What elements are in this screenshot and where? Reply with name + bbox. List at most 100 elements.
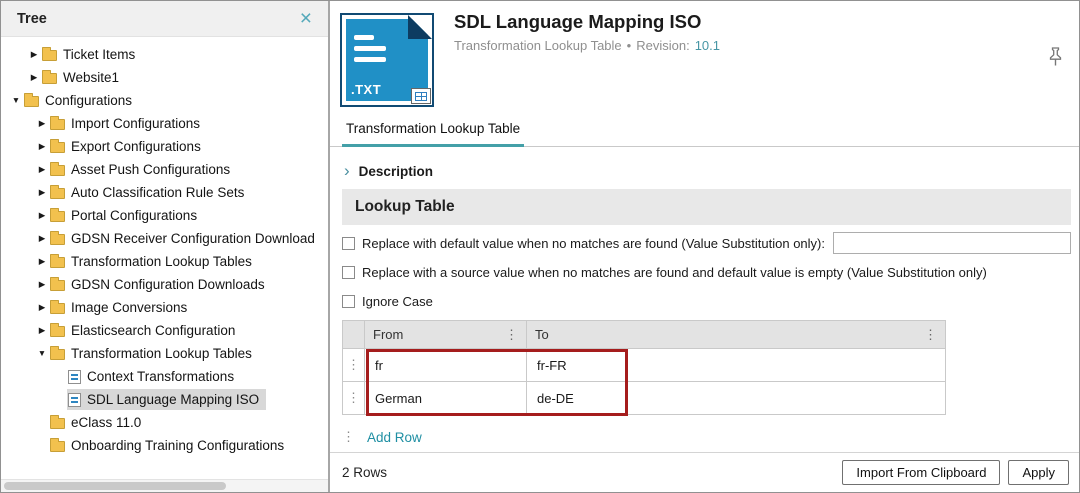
expand-arrow-icon[interactable] bbox=[35, 165, 49, 174]
default-value-input[interactable] bbox=[833, 232, 1071, 254]
expand-arrow-icon[interactable] bbox=[35, 142, 49, 151]
cell-from[interactable]: fr bbox=[365, 349, 527, 382]
expand-arrow-icon[interactable] bbox=[27, 73, 41, 82]
tree-item-export-configurations[interactable]: Export Configurations bbox=[1, 135, 328, 158]
expand-arrow-icon[interactable] bbox=[27, 50, 41, 59]
tree-item-auto-classification-rule-sets[interactable]: Auto Classification Rule Sets bbox=[1, 181, 328, 204]
tree-item-label: Asset Push Configurations bbox=[71, 162, 230, 177]
expand-arrow-icon[interactable] bbox=[35, 326, 49, 335]
pin-icon[interactable] bbox=[1048, 47, 1063, 71]
column-header-from[interactable]: From ⋮ bbox=[365, 321, 527, 349]
tree-list: Ticket Items Website1 Configurations Imp… bbox=[1, 37, 328, 492]
column-header-to[interactable]: To ⋮ bbox=[527, 321, 946, 349]
folder-icon bbox=[50, 418, 65, 429]
row-drag-handle-icon[interactable]: ⋮ bbox=[343, 382, 365, 415]
collapse-arrow-icon[interactable] bbox=[9, 96, 23, 105]
scrollbar-thumb[interactable] bbox=[4, 482, 226, 490]
file-icon-line bbox=[354, 57, 386, 62]
expand-arrow-icon[interactable] bbox=[35, 119, 49, 128]
folder-icon bbox=[42, 73, 57, 84]
expand-arrow-icon[interactable] bbox=[35, 257, 49, 266]
tree-item-import-configurations[interactable]: Import Configurations bbox=[1, 112, 328, 135]
cell-to[interactable]: fr-FR bbox=[527, 349, 946, 382]
tree-item-context-transformations[interactable]: Context Transformations bbox=[1, 365, 328, 388]
tree-item-label: Onboarding Training Configurations bbox=[71, 438, 284, 453]
row-drag-handle-icon: ⋮ bbox=[342, 429, 355, 445]
main-panel: .TXT SDL Language Mapping ISO Transforma… bbox=[330, 1, 1079, 492]
folder-icon bbox=[50, 211, 65, 222]
close-icon[interactable]: × bbox=[300, 8, 312, 29]
bullet-separator: • bbox=[627, 38, 632, 53]
expand-arrow-icon[interactable] bbox=[35, 211, 49, 220]
tree-item-gdsn-receiver-configuration-download[interactable]: GDSN Receiver Configuration Download bbox=[1, 227, 328, 250]
app-window: Tree × Ticket Items Website1 Configurati… bbox=[0, 0, 1080, 493]
apply-button[interactable]: Apply bbox=[1008, 460, 1069, 485]
expand-arrow-icon[interactable] bbox=[35, 188, 49, 197]
column-menu-icon[interactable]: ⋮ bbox=[505, 327, 518, 343]
source-value-checkbox[interactable] bbox=[342, 266, 355, 279]
chevron-right-icon[interactable]: › bbox=[344, 162, 350, 179]
table-row[interactable]: ⋮ fr fr-FR bbox=[343, 349, 946, 382]
ignore-case-checkbox[interactable] bbox=[342, 295, 355, 308]
expand-arrow-icon[interactable] bbox=[35, 234, 49, 243]
tree-item-onboarding-training-configurations[interactable]: Onboarding Training Configurations bbox=[1, 434, 328, 457]
tab-transformation-lookup-table[interactable]: Transformation Lookup Table bbox=[342, 111, 524, 147]
tree-item-label: Image Conversions bbox=[71, 300, 187, 315]
tree-item-portal-configurations[interactable]: Portal Configurations bbox=[1, 204, 328, 227]
folder-icon bbox=[50, 303, 65, 314]
tree-panel-header: Tree × bbox=[1, 1, 328, 37]
tree-item-label: Export Configurations bbox=[71, 139, 201, 154]
folder-icon bbox=[42, 50, 57, 61]
object-header: .TXT SDL Language Mapping ISO Transforma… bbox=[330, 1, 1079, 111]
tree-item-label: eClass 11.0 bbox=[71, 415, 141, 430]
column-header-label: From bbox=[373, 327, 403, 342]
expand-arrow-icon[interactable] bbox=[35, 280, 49, 289]
file-extension-label: .TXT bbox=[351, 82, 381, 97]
tree-item-transformation-lookup-tables-expanded[interactable]: Transformation Lookup Tables bbox=[1, 342, 328, 365]
tree-item-elasticsearch-configuration[interactable]: Elasticsearch Configuration bbox=[1, 319, 328, 342]
tree-item-eclass-11-0[interactable]: eClass 11.0 bbox=[1, 411, 328, 434]
cell-from[interactable]: German bbox=[365, 382, 527, 415]
folder-icon bbox=[50, 441, 65, 452]
rows-count-label: 2 Rows bbox=[342, 465, 387, 480]
tree-item-label: Ticket Items bbox=[63, 47, 135, 62]
collapse-arrow-icon[interactable] bbox=[35, 349, 49, 358]
tree-item-asset-push-configurations[interactable]: Asset Push Configurations bbox=[1, 158, 328, 181]
tree-item-website1[interactable]: Website1 bbox=[1, 66, 328, 89]
tree-item-sdl-language-mapping-iso[interactable]: SDL Language Mapping ISO bbox=[1, 388, 328, 411]
folder-icon bbox=[50, 142, 65, 153]
folder-icon bbox=[24, 96, 39, 107]
tree-item-image-conversions[interactable]: Image Conversions bbox=[1, 296, 328, 319]
add-row-link[interactable]: Add Row bbox=[367, 430, 422, 445]
tree-panel: Tree × Ticket Items Website1 Configurati… bbox=[1, 1, 330, 492]
option-row-source-value: Replace with a source value when no matc… bbox=[342, 261, 1071, 283]
tree-item-label: Context Transformations bbox=[87, 369, 234, 384]
file-icon-line bbox=[354, 46, 386, 51]
import-from-clipboard-button[interactable]: Import From Clipboard bbox=[842, 460, 1000, 485]
folder-icon bbox=[50, 257, 65, 268]
add-row-area: ⋮ Add Row bbox=[342, 429, 1067, 445]
txt-file-icon: .TXT bbox=[340, 13, 434, 107]
expand-arrow-icon[interactable] bbox=[35, 303, 49, 312]
default-value-checkbox[interactable] bbox=[342, 237, 355, 250]
tree-item-label: Website1 bbox=[63, 70, 119, 85]
row-drag-handle-icon[interactable]: ⋮ bbox=[343, 349, 365, 382]
column-menu-icon[interactable]: ⋮ bbox=[924, 327, 937, 343]
tree-horizontal-scrollbar[interactable] bbox=[1, 479, 328, 492]
source-value-label: Replace with a source value when no matc… bbox=[362, 265, 987, 280]
tab-bar: Transformation Lookup Table bbox=[330, 111, 1079, 147]
folder-icon bbox=[50, 234, 65, 245]
tree-item-transformation-lookup-tables[interactable]: Transformation Lookup Tables bbox=[1, 250, 328, 273]
cell-to[interactable]: de-DE bbox=[527, 382, 946, 415]
table-row[interactable]: ⋮ German de-DE bbox=[343, 382, 946, 415]
folder-icon bbox=[50, 119, 65, 130]
tree-item-ticket-items[interactable]: Ticket Items bbox=[1, 43, 328, 66]
default-value-label: Replace with default value when no match… bbox=[362, 236, 825, 251]
file-icon-line bbox=[354, 35, 374, 40]
tree-item-label: SDL Language Mapping ISO bbox=[87, 392, 259, 407]
lookup-table-section-title: Lookup Table bbox=[342, 189, 1071, 225]
tree-item-gdsn-configuration-downloads[interactable]: GDSN Configuration Downloads bbox=[1, 273, 328, 296]
description-section-header[interactable]: › Description bbox=[342, 153, 1071, 189]
tree-item-configurations[interactable]: Configurations bbox=[1, 89, 328, 112]
footer-bar: 2 Rows Import From Clipboard Apply bbox=[330, 452, 1079, 492]
